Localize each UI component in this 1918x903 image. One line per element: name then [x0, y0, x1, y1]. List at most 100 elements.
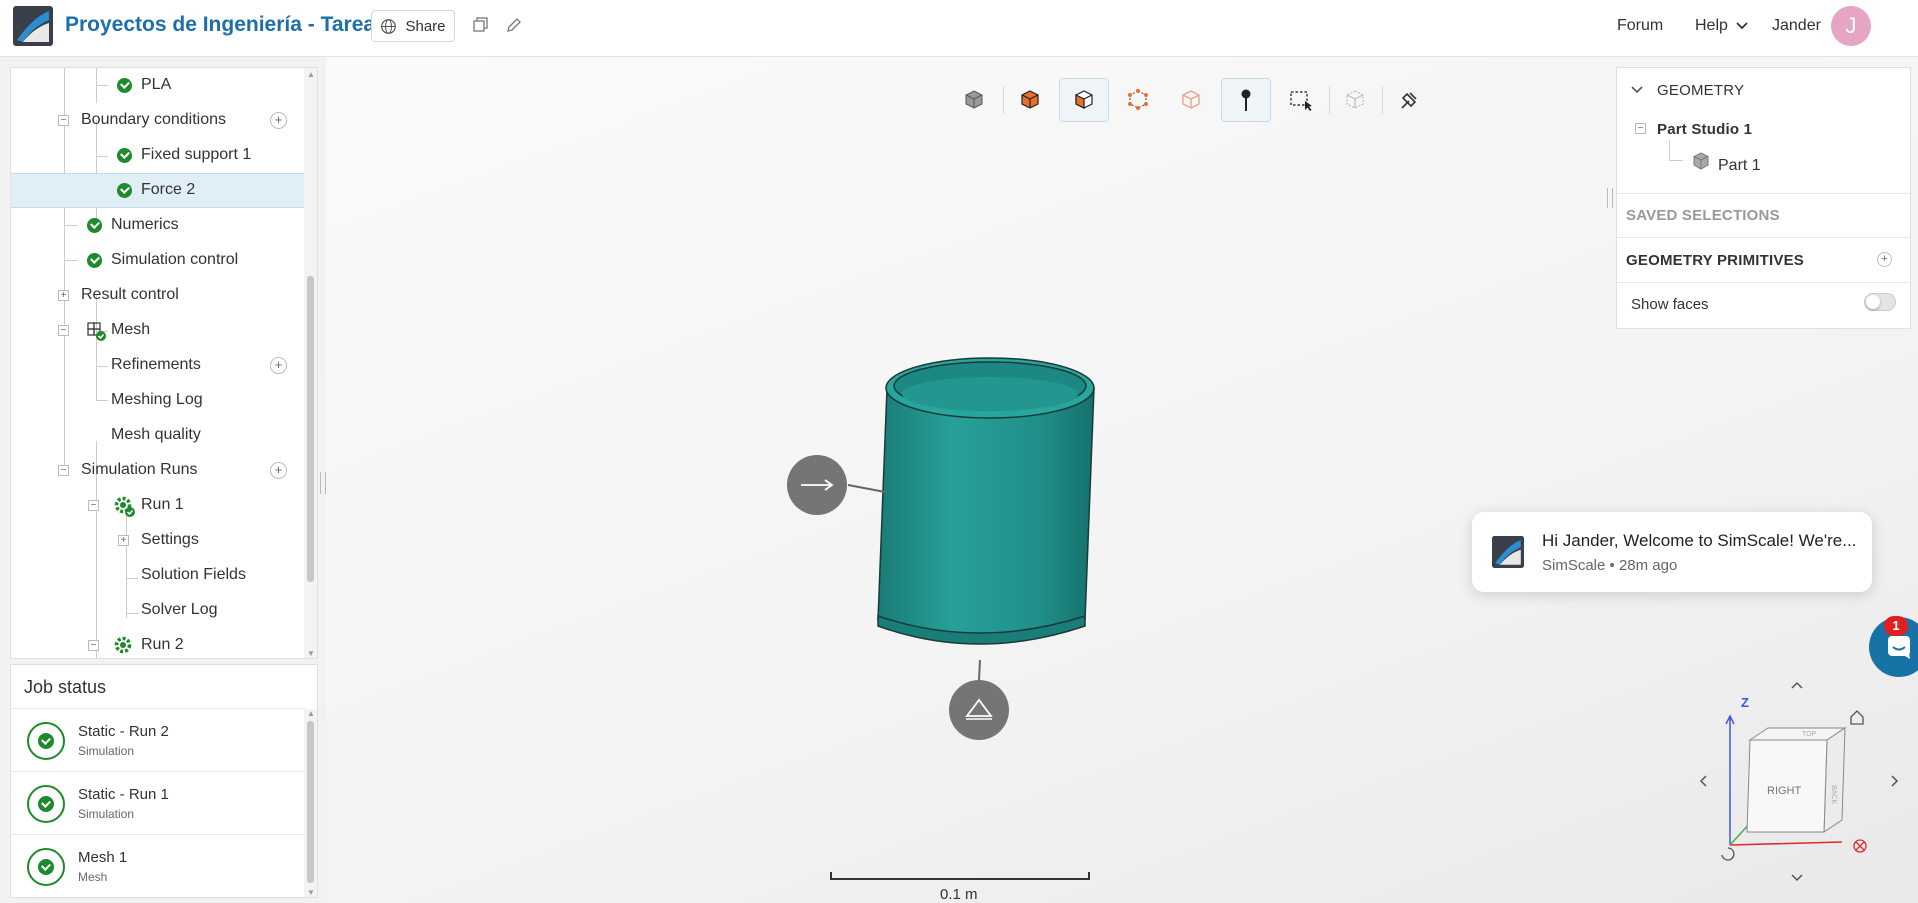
- collapse-icon[interactable]: −: [88, 640, 99, 651]
- rotate-down-icon: [1791, 874, 1803, 882]
- saved-selections-section[interactable]: SAVED SELECTIONS: [1617, 194, 1910, 238]
- scrollbar-thumb[interactable]: [307, 276, 314, 582]
- tree-item-settings[interactable]: + Settings: [11, 523, 305, 558]
- tree-item-solver-log[interactable]: Solver Log: [11, 593, 305, 628]
- toast-meta: SimScale • 28m ago: [1542, 557, 1678, 574]
- toolbar-divider: [1382, 86, 1383, 114]
- select-volume-button[interactable]: [1005, 78, 1055, 122]
- job-row[interactable]: Mesh 1 Mesh: [11, 834, 305, 897]
- force-marker[interactable]: [787, 455, 847, 515]
- notification-toast[interactable]: Hi Jander, Welcome to SimScale! We're...…: [1472, 512, 1872, 592]
- add-icon[interactable]: +: [270, 112, 287, 129]
- tree-scrollbar[interactable]: ▲ ▼: [304, 68, 317, 658]
- tree-item-simulation-control[interactable]: Simulation control: [11, 243, 305, 278]
- tree-item-mesh[interactable]: − Mesh: [11, 313, 305, 348]
- node-cube-icon: [1128, 89, 1148, 110]
- scale-label: 0.1 m: [940, 886, 978, 903]
- job-row[interactable]: Static - Run 2 Simulation: [11, 708, 305, 771]
- tree-item-label: Mesh quality: [111, 426, 201, 443]
- scrollbar-thumb[interactable]: [307, 721, 314, 883]
- scroll-down-icon[interactable]: ▼: [307, 649, 315, 658]
- collapse-icon[interactable]: −: [58, 465, 69, 476]
- volume-cube-icon: [1021, 90, 1039, 109]
- tree-item-label: Fixed support 1: [141, 146, 252, 163]
- tree-item-result-control[interactable]: + Result control: [11, 278, 305, 313]
- toolbar-divider: [1003, 86, 1004, 114]
- tree-item-label: Settings: [141, 531, 199, 548]
- part-cube-icon: [1693, 152, 1709, 170]
- add-icon[interactable]: +: [270, 357, 287, 374]
- chevron-down-icon[interactable]: [1631, 86, 1643, 94]
- select-face-button[interactable]: [1059, 78, 1109, 122]
- tree-item-label: Mesh: [111, 321, 151, 338]
- share-button[interactable]: Share: [371, 10, 455, 42]
- select-point-button[interactable]: [1221, 78, 1271, 122]
- navigation-cube[interactable]: TOP BACK Z RIGHT: [1692, 670, 1908, 900]
- select-edge-button[interactable]: [1166, 78, 1216, 122]
- edge-cube-icon: [1182, 90, 1200, 109]
- box-select-button[interactable]: [1276, 78, 1326, 122]
- copy-icon[interactable]: [472, 16, 490, 34]
- add-icon[interactable]: +: [270, 462, 287, 479]
- tree-item-mesh-quality[interactable]: Mesh quality: [11, 418, 305, 453]
- geometry-primitives-section[interactable]: GEOMETRY PRIMITIVES +: [1617, 238, 1910, 283]
- avatar[interactable]: J: [1831, 6, 1871, 46]
- simscale-logo-icon[interactable]: [13, 6, 53, 46]
- select-node-button[interactable]: [1113, 78, 1163, 122]
- tree-item-label: Boundary conditions: [81, 111, 226, 128]
- view-mode-button[interactable]: [949, 78, 999, 122]
- expand-icon[interactable]: +: [58, 290, 69, 301]
- tree-item-label: Simulation Runs: [81, 461, 198, 478]
- nav-cube-face-label[interactable]: RIGHT: [1767, 785, 1801, 797]
- help-menu[interactable]: Help: [1695, 17, 1748, 35]
- collapse-icon[interactable]: −: [58, 115, 69, 126]
- geometry-heading[interactable]: GEOMETRY: [1657, 82, 1744, 99]
- show-faces-label: Show faces: [1631, 296, 1709, 313]
- show-faces-toggle[interactable]: [1864, 293, 1896, 311]
- forum-link[interactable]: Forum: [1617, 17, 1663, 35]
- collapse-icon[interactable]: −: [58, 325, 69, 336]
- chat-icon: [1888, 636, 1910, 659]
- tree-item-solution-fields[interactable]: Solution Fields: [11, 558, 305, 593]
- tree-item-meshing-log[interactable]: Meshing Log: [11, 383, 305, 418]
- job-status-panel: Job status Static - Run 2 Simulation Sta…: [10, 664, 318, 898]
- rotate-left-icon: [1699, 775, 1707, 787]
- rotate-ccw-icon: [1721, 847, 1735, 861]
- add-icon[interactable]: +: [1877, 252, 1892, 267]
- scroll-up-icon[interactable]: ▲: [307, 709, 315, 718]
- tree-item-run-2[interactable]: − Run 2: [11, 628, 305, 658]
- part-studio-label[interactable]: Part Studio 1: [1657, 121, 1752, 138]
- scroll-up-icon[interactable]: ▲: [307, 70, 315, 79]
- part-label[interactable]: Part 1: [1718, 157, 1761, 175]
- job-name: Static - Run 2: [78, 723, 169, 740]
- tree-item-simulation-runs[interactable]: − Simulation Runs +: [11, 453, 305, 488]
- collapse-icon[interactable]: −: [88, 500, 99, 511]
- tree-item-boundary-conditions[interactable]: − Boundary conditions +: [11, 103, 305, 138]
- cylinder-model[interactable]: [780, 350, 1110, 740]
- section-tool-button[interactable]: [1384, 78, 1434, 122]
- check-icon: [87, 218, 102, 233]
- saved-selections-heading: SAVED SELECTIONS: [1626, 207, 1780, 224]
- job-row[interactable]: Static - Run 1 Simulation: [11, 771, 305, 834]
- tree-item-fixed-support-1[interactable]: Fixed support 1: [11, 138, 305, 173]
- scroll-down-icon[interactable]: ▼: [307, 888, 315, 897]
- panel-resize-handle[interactable]: [1607, 188, 1613, 208]
- project-title[interactable]: Proyectos de Ingeniería - Tarea 1: [65, 13, 393, 37]
- expand-icon[interactable]: +: [118, 535, 129, 546]
- user-name[interactable]: Jander: [1772, 17, 1821, 35]
- collapse-icon[interactable]: −: [1635, 123, 1646, 134]
- tree-item-force-2[interactable]: Force 2: [11, 173, 305, 208]
- job-type: Mesh: [78, 870, 108, 884]
- job-scrollbar[interactable]: ▲ ▼: [304, 709, 317, 897]
- tree-item-pla[interactable]: PLA: [11, 68, 305, 103]
- pencil-icon[interactable]: [505, 16, 523, 34]
- home-icon: [1850, 710, 1864, 725]
- fixed-support-marker[interactable]: [949, 680, 1009, 740]
- help-label: Help: [1695, 17, 1728, 34]
- tree-item-run-1[interactable]: − Run 1: [11, 488, 305, 523]
- tree-item-numerics[interactable]: Numerics: [11, 208, 305, 243]
- top-bar: Proyectos de Ingeniería - Tarea 1 Share …: [0, 0, 1918, 57]
- hide-selection-button[interactable]: [1330, 78, 1380, 122]
- tree-item-refinements[interactable]: Refinements +: [11, 348, 305, 383]
- share-label: Share: [405, 17, 446, 35]
